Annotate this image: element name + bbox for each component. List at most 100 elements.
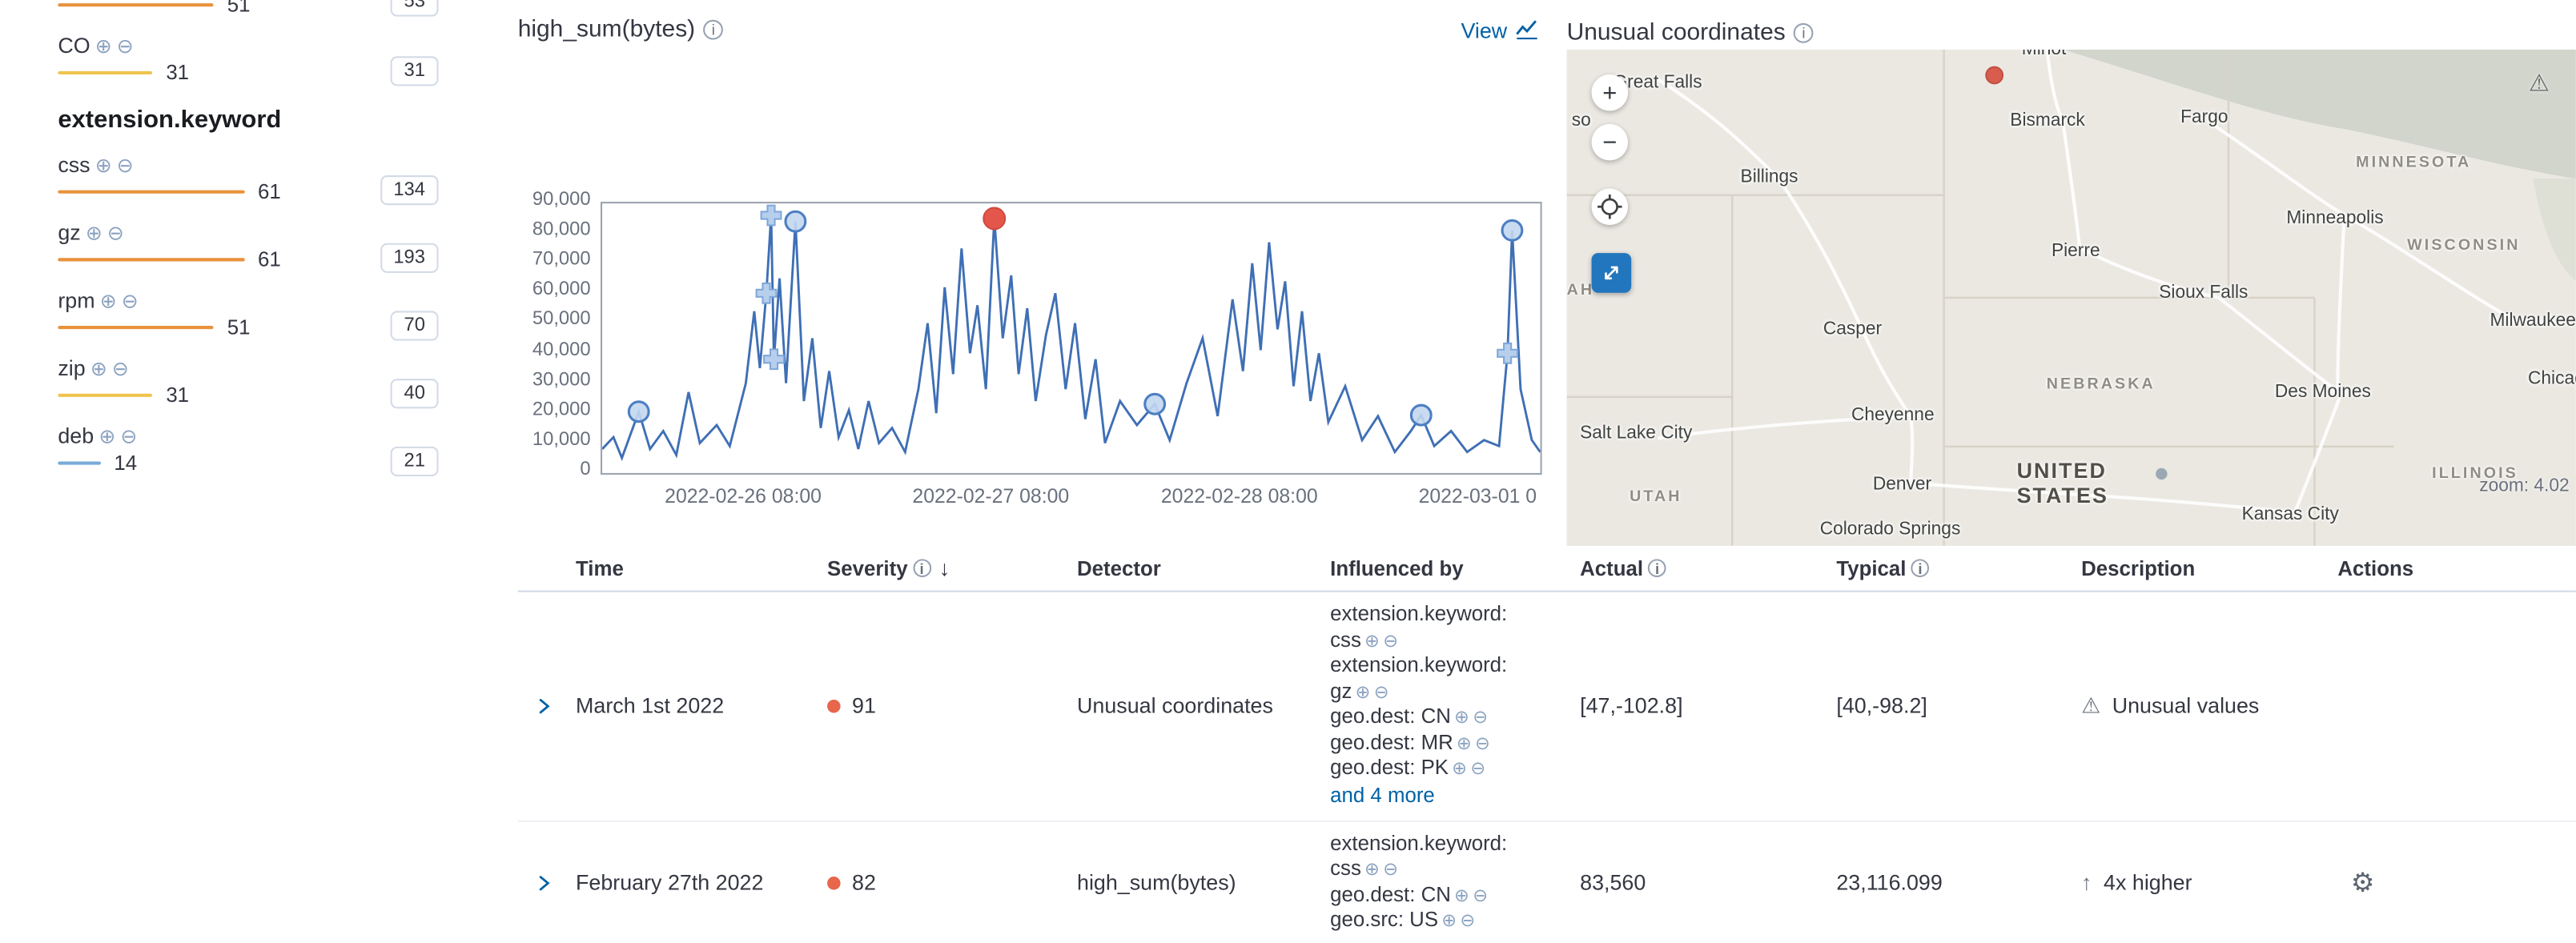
add-filter-icon[interactable]: ⊕ xyxy=(95,35,112,55)
remove-filter-icon[interactable]: ⊖ xyxy=(1374,682,1389,702)
remove-filter-icon[interactable]: ⊖ xyxy=(107,223,124,243)
anomaly-marker[interactable] xyxy=(786,211,806,231)
chart-header: high_sum(bytes) i View xyxy=(518,17,1539,43)
show-more-influencers-link[interactable]: and 4 more xyxy=(1330,781,1563,809)
influencer-doc-count-badge: 134 xyxy=(380,175,439,205)
anomaly-description: 4x higher xyxy=(2104,870,2192,895)
sort-desc-icon[interactable]: ↓ xyxy=(939,556,950,580)
influencer-text: geo.src: US xyxy=(1330,908,1438,931)
map-canvas[interactable]: Great FallssoMinotBismarckFargoBillingsM… xyxy=(1567,50,2576,546)
remove-filter-icon[interactable]: ⊖ xyxy=(112,358,129,378)
map-country-label: UNITEDSTATES xyxy=(2017,458,2108,508)
actual-value: [47,-102.8] xyxy=(1580,693,1682,718)
map-zoom-in-button[interactable]: + xyxy=(1592,74,1628,110)
map-state-label: NEBRASKA xyxy=(2047,375,2156,394)
influencer-entry: geo.dest: MR⊕⊖ xyxy=(1330,730,1563,756)
add-filter-icon[interactable]: ⊕ xyxy=(1364,860,1380,880)
add-filter-icon[interactable]: ⊕ xyxy=(1454,885,1469,905)
influencer-value-label: zip xyxy=(58,355,85,380)
x-axis-tick-label: 2022-02-26 08:00 xyxy=(665,484,822,508)
influencer-entry: extension.keyword: gz⊕⊖ xyxy=(1330,653,1563,704)
expand-row-button[interactable] xyxy=(518,871,576,894)
influencer-value-label: CO xyxy=(58,33,90,58)
remove-filter-icon[interactable]: ⊖ xyxy=(1475,733,1490,753)
influencer-value-label: deb xyxy=(58,423,94,448)
influencer-doc-count-badge: 70 xyxy=(391,311,438,340)
add-filter-icon[interactable]: ⊕ xyxy=(86,223,102,243)
remove-filter-icon[interactable]: ⊖ xyxy=(1460,911,1475,931)
influencer-list-top: 5153CO⊕⊖3131 xyxy=(58,0,496,86)
zoom-in-icon: + xyxy=(1602,78,1617,106)
influencer-entry: geo.dest: CN⊕⊖ xyxy=(1330,882,1563,908)
y-axis-tick-label: 80,000 xyxy=(532,220,591,240)
chart-plot-area[interactable] xyxy=(601,202,1542,475)
influencer-max-score: 31 xyxy=(166,383,189,407)
multi-bucket-anomaly-marker[interactable] xyxy=(1497,343,1517,363)
remove-filter-icon[interactable]: ⊖ xyxy=(117,35,134,55)
anomaly-time: February 27th 2022 xyxy=(576,870,763,895)
column-header-influenced-by: Influenced by xyxy=(1330,556,1580,580)
expand-map-button[interactable] xyxy=(1592,253,1632,293)
y-axis-tick-label: 90,000 xyxy=(532,191,591,211)
x-axis-tick-label: 2022-02-28 08:00 xyxy=(1161,484,1318,508)
multi-bucket-anomaly-marker[interactable] xyxy=(764,349,784,369)
map-city-label: so xyxy=(1572,110,1591,130)
info-icon[interactable]: i xyxy=(1911,559,1930,577)
influencer-doc-count-badge: 40 xyxy=(391,379,438,408)
map-zoom-out-button[interactable]: − xyxy=(1592,124,1628,160)
add-filter-icon[interactable]: ⊕ xyxy=(100,291,117,311)
remove-filter-icon[interactable]: ⊖ xyxy=(122,291,139,311)
add-filter-icon[interactable]: ⊕ xyxy=(1364,631,1380,651)
view-link[interactable]: View xyxy=(1461,18,1538,42)
remove-filter-icon[interactable]: ⊖ xyxy=(120,426,137,446)
influencer-entry: geo.dest: PK⊕⊖ xyxy=(1330,756,1563,781)
influencer-max-score: 61 xyxy=(258,180,281,203)
add-filter-icon[interactable]: ⊕ xyxy=(1457,733,1472,753)
anomaly-marker[interactable] xyxy=(629,402,649,422)
map-city-label: Des Moines xyxy=(2275,382,2371,402)
info-icon[interactable]: i xyxy=(1794,23,1814,43)
remove-filter-icon[interactable]: ⊖ xyxy=(1383,860,1398,880)
add-filter-icon[interactable]: ⊕ xyxy=(98,426,115,446)
multi-bucket-anomaly-marker[interactable] xyxy=(762,206,782,226)
expand-row-button[interactable] xyxy=(518,694,576,717)
fit-to-data-button[interactable] xyxy=(1592,189,1628,225)
row-actions-gear-icon[interactable]: ⚙ xyxy=(2337,869,2374,897)
view-chart-icon xyxy=(1516,18,1539,42)
info-icon[interactable]: i xyxy=(1648,559,1666,577)
remove-filter-icon[interactable]: ⊖ xyxy=(1473,885,1488,905)
column-header-actions: Actions xyxy=(2337,556,2536,580)
influencer-score-bar xyxy=(58,394,152,397)
map-warning-icon: ⚠ xyxy=(2529,70,2550,98)
add-filter-icon[interactable]: ⊕ xyxy=(95,154,112,175)
anomalies-table-header: TimeSeverityi↓DetectorInfluenced byActua… xyxy=(518,546,2576,592)
y-axis-tick-label: 30,000 xyxy=(532,370,591,390)
anomaly-marker[interactable] xyxy=(1502,220,1522,240)
remove-filter-icon[interactable]: ⊖ xyxy=(117,154,134,175)
influencer-entry: extension.keyword: css⊕⊖ xyxy=(1330,602,1563,653)
remove-filter-icon[interactable]: ⊖ xyxy=(1383,631,1398,651)
remove-filter-icon[interactable]: ⊖ xyxy=(1470,759,1485,779)
add-filter-icon[interactable]: ⊕ xyxy=(1441,911,1457,931)
arrow-up-icon: ↑ xyxy=(2081,870,2092,895)
map-zoom-level: zoom: 4.02 xyxy=(2479,476,2569,496)
add-filter-icon[interactable]: ⊕ xyxy=(1356,682,1371,702)
anomaly-description: Unusual values xyxy=(2112,692,2260,717)
map-city-label: Minneapolis xyxy=(2286,208,2383,228)
map-state-label: AH xyxy=(1567,281,1595,299)
info-icon[interactable]: i xyxy=(913,559,931,577)
remove-filter-icon[interactable]: ⊖ xyxy=(1473,708,1488,728)
critical-anomaly-marker[interactable] xyxy=(983,208,1005,230)
info-icon[interactable]: i xyxy=(703,20,723,40)
add-filter-icon[interactable]: ⊕ xyxy=(1452,759,1467,779)
add-filter-icon[interactable]: ⊕ xyxy=(90,358,107,378)
chart-y-axis: 010,00020,00030,00040,00050,00060,00070,… xyxy=(518,202,591,471)
typical-location-marker[interactable] xyxy=(2156,468,2167,480)
influencer-score-bar xyxy=(58,191,244,194)
anomaly-marker[interactable] xyxy=(1411,405,1431,425)
anomaly-marker[interactable] xyxy=(1145,394,1165,414)
anomaly-location-marker[interactable] xyxy=(1985,66,2003,85)
top-influencers-sidebar: 5153CO⊕⊖3131 extension.keyword css⊕⊖6113… xyxy=(0,0,496,943)
add-filter-icon[interactable]: ⊕ xyxy=(1454,708,1469,728)
zoom-out-icon: − xyxy=(1602,128,1617,156)
